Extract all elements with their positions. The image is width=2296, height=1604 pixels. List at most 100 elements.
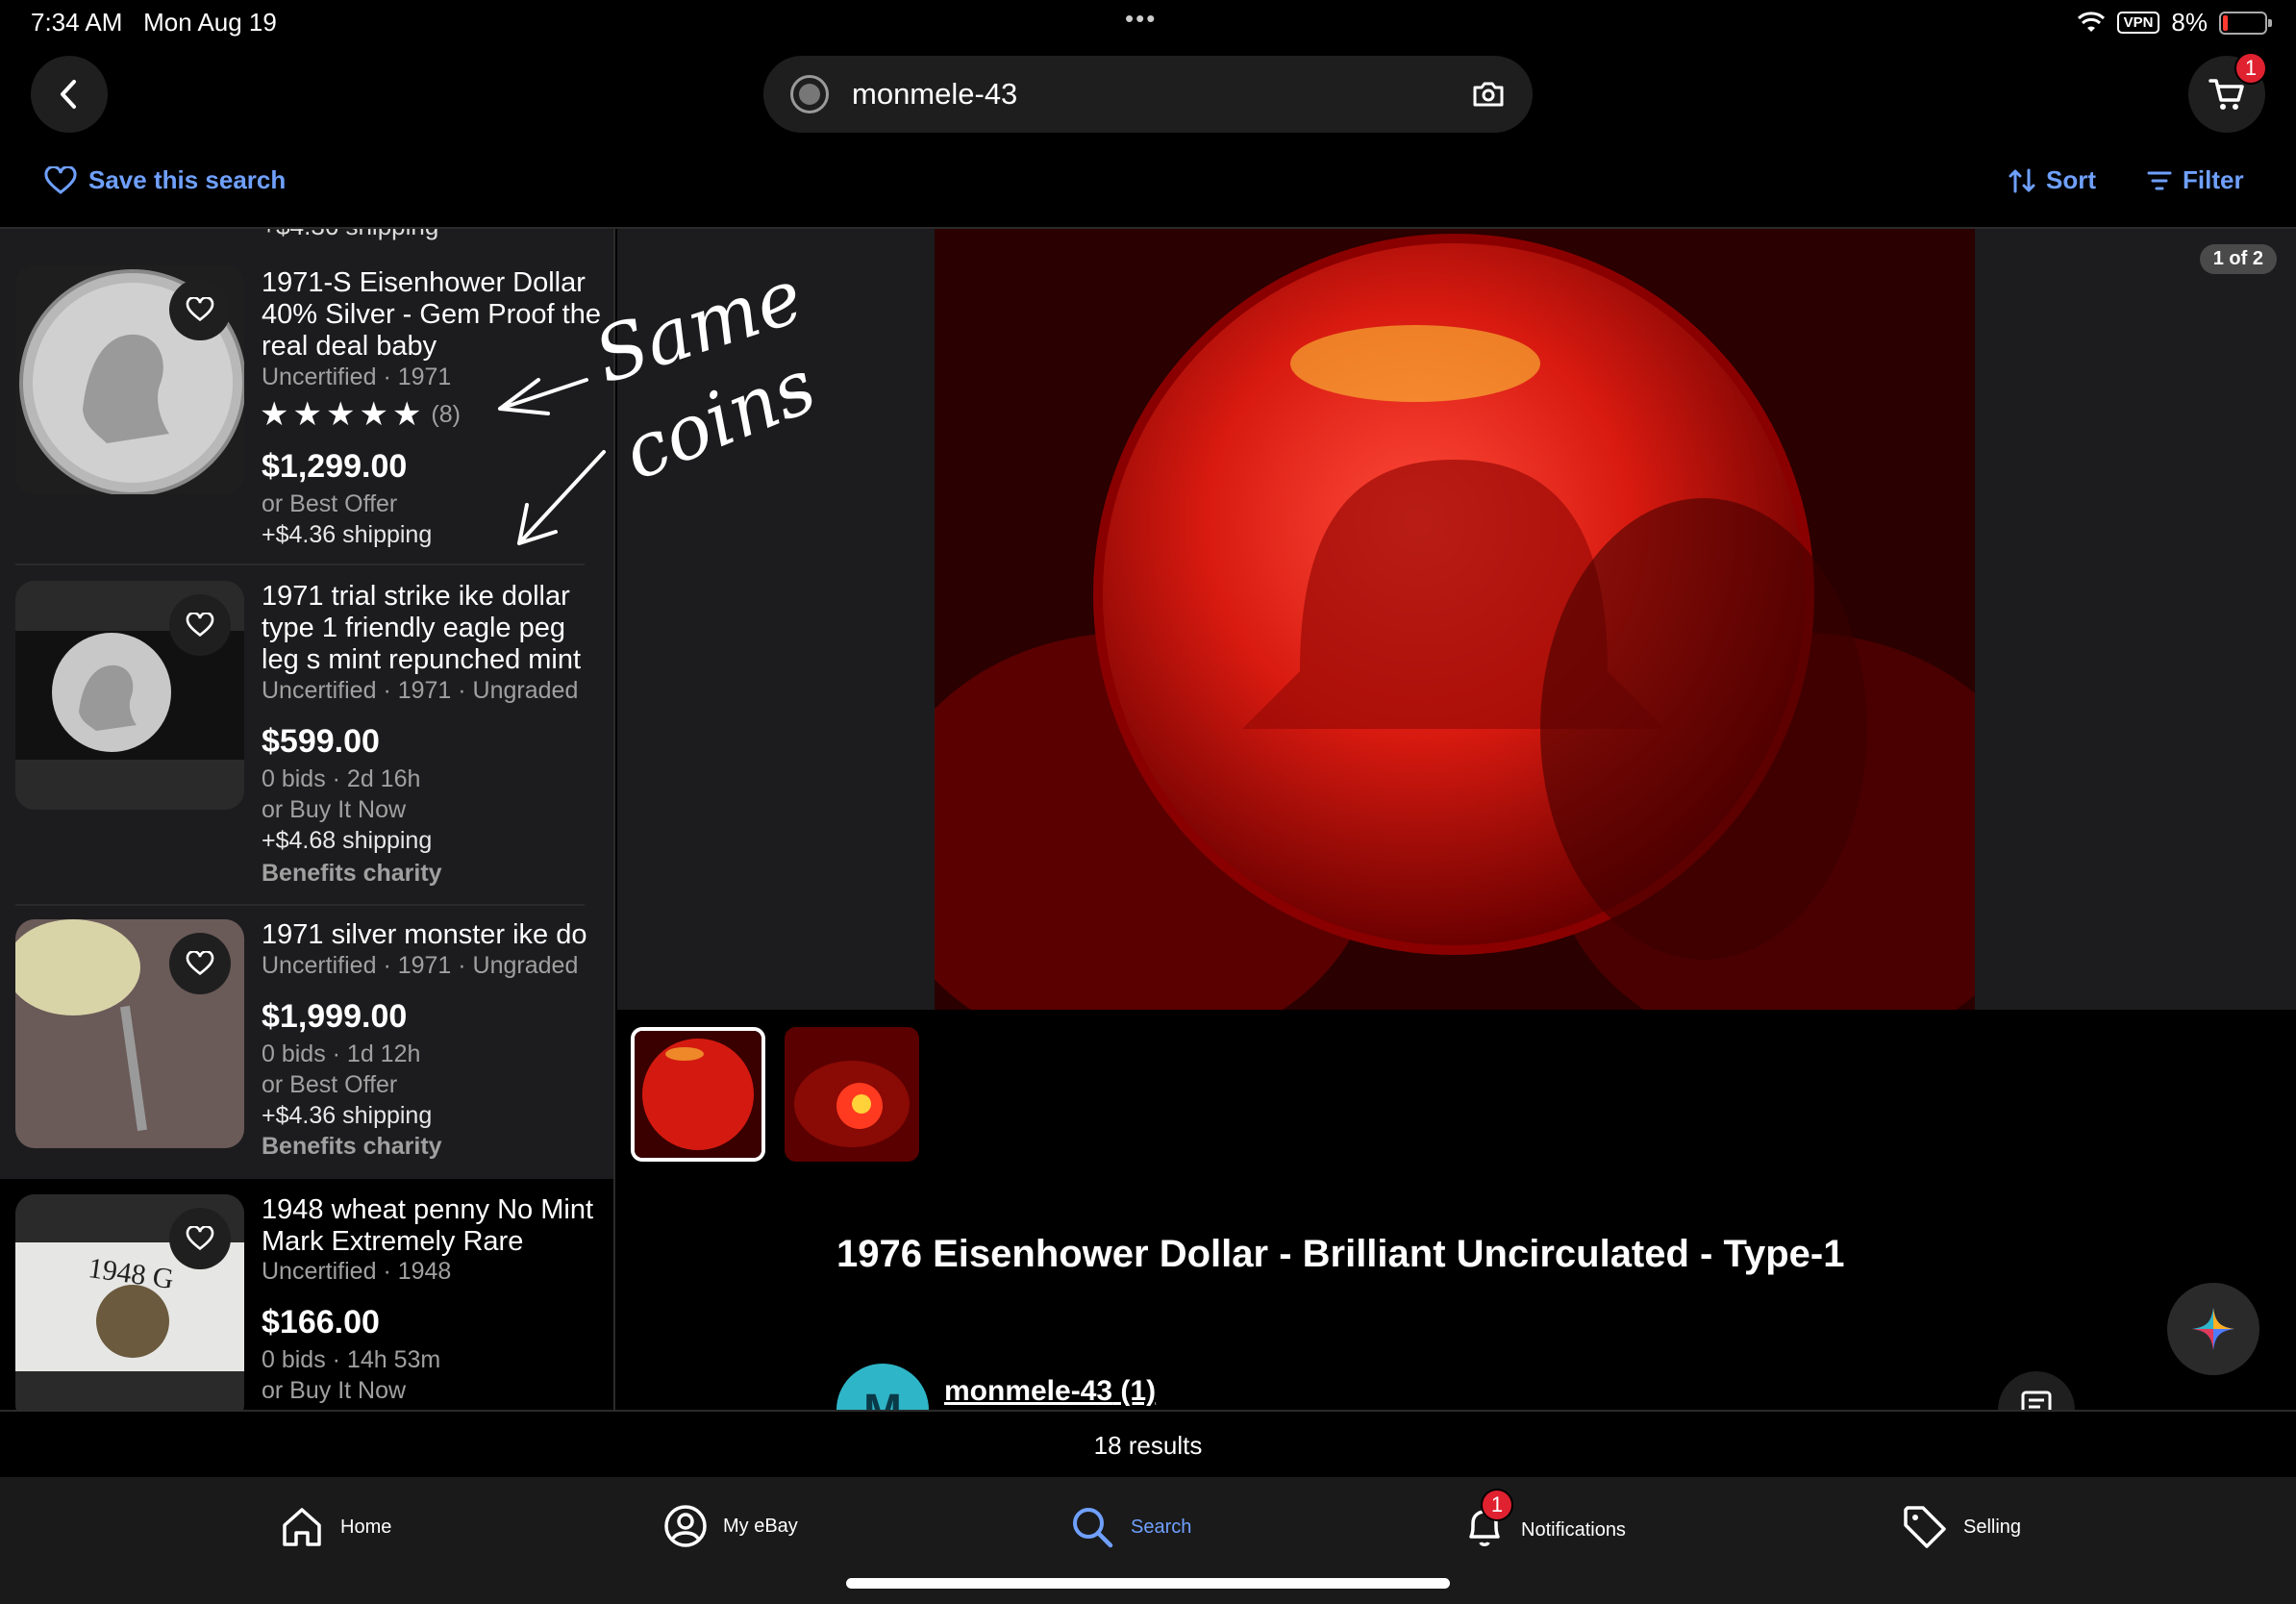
search-icon (1073, 1508, 1113, 1548)
status-bar: 7:34 AM Mon Aug 19 ••• VPN 8% (0, 0, 2296, 46)
item-title[interactable]: 1971 trial strike ike dollar type 1 frie… (262, 581, 608, 676)
save-search-button[interactable]: Save this search (44, 165, 286, 195)
seller-link[interactable]: monmele-43 (1) (944, 1375, 1156, 1408)
camera-icon[interactable] (1471, 80, 1506, 109)
heart-icon (186, 613, 214, 638)
item-shipping: +$4.36 shipping (262, 1102, 433, 1129)
tab-home-label: Home (340, 1516, 392, 1538)
tab-selling-label: Selling (1963, 1516, 2022, 1538)
divider (15, 904, 585, 906)
star-rating: ★ ★ ★ ★ ★ (8) (260, 398, 461, 431)
vpn-badge: VPN (2116, 12, 2160, 34)
item-image[interactable]: 1948 G (15, 1194, 244, 1410)
tab-selling[interactable]: Selling (1902, 1504, 2021, 1550)
status-date: Mon Aug 19 (143, 8, 277, 37)
ai-assistant-button[interactable] (2167, 1283, 2259, 1375)
multitasking-dots[interactable]: ••• (1125, 4, 1157, 34)
item-shipping: +$4.68 shipping (262, 827, 433, 854)
heart-icon (44, 165, 77, 194)
seller-name[interactable]: monmele-43 (944, 1375, 1112, 1407)
favorite-button[interactable] (169, 1208, 231, 1269)
search-query: monmele-43 (852, 77, 1018, 111)
tab-notifications[interactable]: 1 Notifications (1463, 1489, 1626, 1556)
item-price: $599.00 (262, 723, 380, 760)
heart-icon (186, 297, 214, 322)
item-meta: Uncertified · 1971 · Ungraded (262, 952, 579, 979)
tab-my-ebay[interactable]: My eBay (663, 1504, 798, 1548)
tab-my-ebay-label: My eBay (723, 1515, 798, 1537)
message-button[interactable] (1998, 1371, 2075, 1410)
sparkle-icon (2192, 1308, 2234, 1350)
heart-icon (186, 951, 214, 976)
favorite-button[interactable] (169, 594, 231, 656)
charity-label: Benefits charity (262, 860, 442, 887)
sort-button[interactable]: Sort (2008, 165, 2096, 195)
filter-icon (2147, 171, 2172, 189)
star-icon: ★ (325, 396, 356, 433)
filter-button[interactable]: Filter (2146, 165, 2244, 195)
wifi-icon (2077, 11, 2105, 32)
message-icon (2021, 1391, 2052, 1410)
seller-feedback-count: (1) (1120, 1375, 1157, 1407)
item-detail-panel[interactable]: 1 of 2 1976 Eisenhower Dollar - Brillian… (617, 229, 2296, 1410)
star-icon: ★ (292, 396, 322, 433)
item-offer-text: or Best Offer (262, 1071, 398, 1098)
cart-badge: 1 (2234, 52, 2267, 85)
item-offer-text: or Buy It Now (262, 1377, 407, 1404)
sort-label: Sort (2046, 165, 2096, 194)
item-shipping: +$4.36 shipping (262, 521, 433, 548)
item-image[interactable] (15, 581, 244, 810)
item-image[interactable] (15, 265, 244, 494)
chevron-left-icon (61, 80, 76, 109)
star-icon: ★ (391, 396, 422, 433)
red-coin-photo (935, 229, 1975, 1010)
photo-thumbnail[interactable] (785, 1027, 919, 1162)
status-time: 7:34 AM Mon Aug 19 (31, 8, 277, 37)
save-search-label: Save this search (88, 165, 287, 194)
main-photo[interactable] (935, 229, 1975, 1010)
tab-search[interactable]: Search (1069, 1504, 1191, 1550)
tag-icon (1904, 1506, 1946, 1548)
item-image[interactable] (15, 919, 244, 1148)
notifications-badge: 1 (1481, 1489, 1513, 1521)
item-bids: 0 bids · 2d 16h (262, 765, 421, 792)
photo-thumbnail[interactable] (631, 1027, 765, 1162)
divider (15, 564, 585, 565)
tab-home[interactable]: Home (279, 1504, 391, 1550)
item-meta: Uncertified · 1971 (262, 363, 452, 390)
results-count: 18 results (0, 1410, 2296, 1477)
heart-icon (186, 1226, 214, 1251)
battery-percent: 8% (2171, 8, 2208, 37)
rating-count: (8) (431, 400, 461, 428)
status-indicators: VPN 8% (2077, 8, 2272, 38)
cut-off-shipping-text: +$4.36 shipping (262, 229, 438, 241)
item-bids: 0 bids · 14h 53m (262, 1346, 441, 1373)
item-meta: Uncertified · 1971 · Ungraded (262, 677, 579, 704)
star-icon: ★ (260, 396, 289, 433)
tab-notifications-label: Notifications (1521, 1518, 1626, 1541)
item-price: $166.00 (262, 1304, 380, 1341)
back-button[interactable] (31, 56, 108, 133)
item-title[interactable]: 1948 wheat penny No Mint Mark Extremely … (262, 1194, 608, 1258)
item-title[interactable]: 1971 silver monster ike do (262, 919, 608, 951)
item-offer-text: or Best Offer (262, 490, 398, 517)
sort-icon (2009, 168, 2035, 192)
star-icon: ★ (359, 396, 388, 433)
user-circle-icon (664, 1505, 707, 1547)
favorite-button[interactable] (169, 933, 231, 994)
bell-wrapper: 1 (1463, 1489, 1513, 1556)
cart-button[interactable]: 1 (2188, 52, 2267, 133)
home-icon (283, 1508, 321, 1546)
results-list[interactable]: +$4.36 shipping 1971-S Eisenhower Dollar… (0, 229, 615, 1410)
search-input[interactable]: monmele-43 (763, 56, 1533, 133)
seller-avatar[interactable]: M (836, 1364, 929, 1410)
filter-label: Filter (2183, 165, 2244, 194)
favorite-button[interactable] (169, 279, 231, 340)
item-title[interactable]: 1971-S Eisenhower Dollar 40% Silver - Ge… (262, 267, 608, 363)
home-indicator[interactable] (846, 1578, 1450, 1589)
charity-label: Benefits charity (262, 1133, 442, 1160)
item-offer-text: or Buy It Now (262, 796, 407, 823)
item-price: $1,999.00 (262, 998, 408, 1035)
item-price: $1,299.00 (262, 448, 408, 485)
tab-search-label: Search (1131, 1516, 1192, 1538)
